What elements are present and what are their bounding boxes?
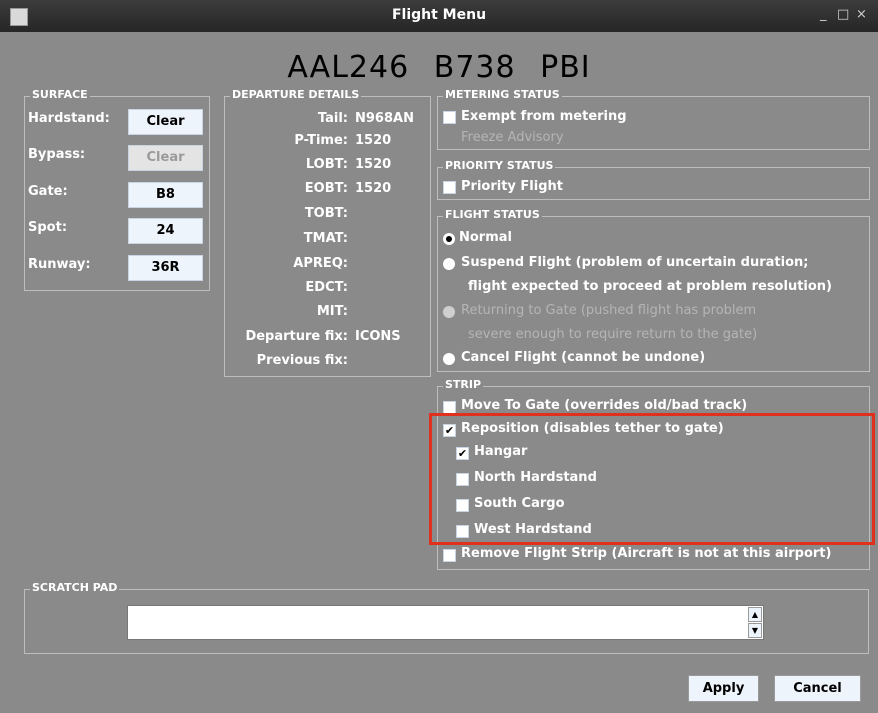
freeze-advisory-label: Freeze Advisory xyxy=(461,130,564,145)
tail-value: N968AN xyxy=(355,111,414,126)
surface-panel-title: SURFACE xyxy=(30,88,90,101)
eobt-value: 1520 xyxy=(355,181,392,196)
previous-fix-label: Previous fix: xyxy=(256,353,348,368)
bypass-button[interactable]: Clear xyxy=(128,145,203,171)
flight-header: AAL246 B738 PBI xyxy=(0,50,878,85)
priority-status-title: PRIORITY STATUS xyxy=(443,159,556,172)
edct-label: EDCT: xyxy=(305,280,348,295)
hardstand-label: Hardstand: xyxy=(28,111,110,126)
maximize-button[interactable]: □ xyxy=(837,7,849,22)
returning-to-gate-radio[interactable] xyxy=(443,306,455,318)
remove-flight-strip-label: Remove Flight Strip (Aircraft is not at … xyxy=(461,546,832,561)
suspend-flight-label: Suspend Flight (problem of uncertain dur… xyxy=(461,255,809,270)
aircraft-type: B738 xyxy=(433,50,516,85)
scratch-pad-scrollbar[interactable]: ▲ ▼ xyxy=(748,607,762,638)
scroll-down-icon[interactable]: ▼ xyxy=(748,623,762,638)
normal-radio[interactable] xyxy=(443,233,455,245)
scroll-up-icon[interactable]: ▲ xyxy=(748,607,762,622)
lobt-value: 1520 xyxy=(355,157,392,172)
exempt-metering-label: Exempt from metering xyxy=(461,109,627,124)
tmat-label: TMAT: xyxy=(303,231,348,246)
spot-button[interactable]: 24 xyxy=(128,218,203,244)
apply-button[interactable]: Apply xyxy=(688,675,759,702)
apreq-label: APREQ: xyxy=(293,256,348,271)
tail-label: Tail: xyxy=(317,111,348,126)
runway-label: Runway: xyxy=(28,257,91,272)
annotation-highlight-box xyxy=(429,413,875,545)
departure-details-title: DEPARTURE DETAILS xyxy=(230,88,362,101)
cancel-button[interactable]: Cancel xyxy=(774,675,861,702)
callsign: AAL246 xyxy=(287,50,410,85)
gate-label: Gate: xyxy=(28,184,68,199)
bypass-label: Bypass: xyxy=(28,147,86,162)
priority-flight-checkbox[interactable] xyxy=(443,181,456,194)
eobt-label: EOBT: xyxy=(304,181,348,196)
flight-menu-window: Flight Menu _ □ × AAL246 B738 PBI SURFAC… xyxy=(0,0,878,713)
returning-to-gate-label: Returning to Gate (pushed flight has pro… xyxy=(461,303,757,318)
priority-flight-label: Priority Flight xyxy=(461,179,563,194)
remove-flight-strip-checkbox[interactable] xyxy=(443,549,456,562)
minimize-button[interactable]: _ xyxy=(820,7,827,22)
scratch-pad-title: SCRATCH PAD xyxy=(30,581,120,594)
flight-status-title: FLIGHT STATUS xyxy=(443,208,542,221)
scratch-pad-textarea[interactable] xyxy=(127,605,764,640)
window-title: Flight Menu xyxy=(391,7,487,23)
suspend-flight-label-2: flight expected to proceed at problem re… xyxy=(468,279,832,294)
ptime-label: P-Time: xyxy=(294,133,348,148)
cancel-flight-radio[interactable] xyxy=(443,353,455,365)
departure-fix-value: ICONS xyxy=(355,329,401,344)
gate-button[interactable]: B8 xyxy=(128,182,203,208)
spot-label: Spot: xyxy=(28,220,68,235)
close-button[interactable]: × xyxy=(856,7,867,22)
destination: PBI xyxy=(540,50,591,85)
tobt-label: TOBT: xyxy=(304,206,348,221)
suspend-flight-radio[interactable] xyxy=(443,258,455,270)
returning-to-gate-label-2: severe enough to require return to the g… xyxy=(468,327,758,342)
title-bar: Flight Menu _ □ × xyxy=(0,0,878,32)
lobt-label: LOBT: xyxy=(305,157,348,172)
runway-button[interactable]: 36R xyxy=(128,255,203,281)
departure-fix-label: Departure fix: xyxy=(245,329,348,344)
normal-label: Normal xyxy=(459,230,512,245)
strip-title: STRIP xyxy=(443,378,484,391)
cancel-flight-label: Cancel Flight (cannot be undone) xyxy=(461,350,706,365)
move-to-gate-label: Move To Gate (overrides old/bad track) xyxy=(461,398,748,413)
ptime-value: 1520 xyxy=(355,133,392,148)
metering-status-title: METERING STATUS xyxy=(443,88,562,101)
exempt-metering-checkbox[interactable] xyxy=(443,111,456,124)
mit-label: MIT: xyxy=(316,304,348,319)
hardstand-button[interactable]: Clear xyxy=(128,109,203,135)
